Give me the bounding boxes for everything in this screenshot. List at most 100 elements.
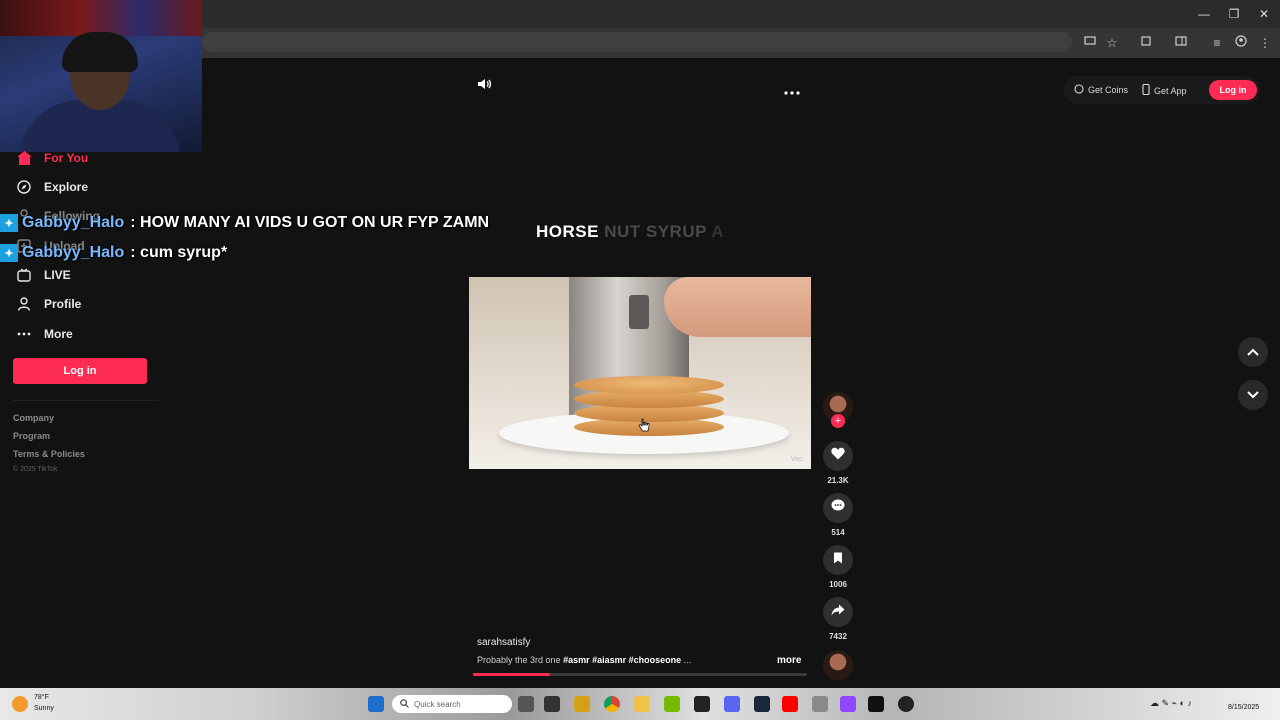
profile-icon[interactable] [1233, 35, 1249, 51]
sidebar-item-label: More [44, 327, 73, 341]
copyright-text: © 2025 TikTok [13, 466, 58, 473]
close-window-button[interactable]: ✕ [1256, 6, 1272, 22]
discord-icon[interactable] [724, 696, 740, 712]
phone-icon [1142, 83, 1150, 97]
follow-plus-icon[interactable]: + [831, 414, 845, 428]
chevron-down-icon [1247, 386, 1259, 404]
app-icon[interactable] [544, 696, 560, 712]
epic-games-icon[interactable] [694, 696, 710, 712]
chevron-up-icon [1247, 343, 1259, 361]
media-icon[interactable]: ≡ [1209, 35, 1225, 51]
video-spout [629, 295, 649, 329]
taskbar-search[interactable]: Quick search [392, 695, 512, 713]
sidebar-divider [13, 400, 159, 401]
weather-condition: Sunny [34, 705, 54, 712]
footer-link-program[interactable]: Program [13, 431, 50, 441]
share-count: 7432 [829, 632, 847, 641]
sidebar-item-for-you[interactable]: For You [16, 148, 88, 168]
address-bar[interactable] [202, 32, 1072, 52]
search-icon [400, 698, 409, 710]
rockstar-icon[interactable] [574, 696, 590, 712]
get-coins-button[interactable]: Get Coins [1074, 84, 1128, 96]
restore-button[interactable]: ❐ [1226, 6, 1242, 22]
header-login-button[interactable]: Log in [1209, 80, 1257, 100]
music-disc-avatar[interactable] [823, 650, 853, 680]
bookmark-icon [833, 551, 843, 569]
sidebar-item-label: Profile [44, 297, 82, 311]
star-icon[interactable]: ☆ [1104, 35, 1120, 51]
app-icon[interactable] [868, 696, 884, 712]
chat-text: : HOW MANY AI VIDS U GOT ON UR FYP ZAMN [130, 214, 490, 231]
more-button[interactable]: more [777, 655, 801, 666]
sidepanel-icon[interactable] [1173, 35, 1189, 51]
menu-icon[interactable]: ⋮ [1257, 35, 1273, 51]
video-watermark: Veo [790, 456, 803, 463]
cast-icon[interactable] [1082, 35, 1098, 51]
save-count: 1006 [829, 580, 847, 589]
nvidia-icon[interactable] [664, 696, 680, 712]
obs-icon[interactable] [898, 696, 914, 712]
dots-icon [16, 326, 32, 342]
weather-temperature: 78°F [34, 694, 49, 701]
save-button[interactable] [823, 545, 853, 575]
video-author[interactable]: sarahsatisfy [477, 637, 530, 648]
like-button[interactable] [823, 441, 853, 471]
chat-badge-icon: ✦ [0, 244, 18, 262]
sidebar-item-label: For You [44, 151, 89, 165]
heart-icon [831, 447, 845, 465]
description-tags[interactable]: #asmr #aiasmr #chooseone [563, 655, 681, 665]
video-player[interactable]: Veo [469, 277, 811, 469]
video-description: Probably the 3rd one #asmr #aiasmr #choo… [477, 655, 691, 665]
description-ellipsis: ... [683, 655, 692, 665]
get-app-button[interactable]: Get App [1142, 83, 1187, 97]
webcam-person-hair [62, 32, 138, 72]
sidebar-item-live[interactable]: LIVE [16, 265, 71, 285]
chat-username: Gabbyy_Halo [22, 244, 125, 261]
previous-video-button[interactable] [1238, 337, 1268, 367]
chrome-icon[interactable] [604, 696, 620, 712]
sidebar-item-label: LIVE [44, 268, 71, 282]
like-count: 21.3K [827, 476, 849, 485]
windows-start-icon[interactable] [368, 696, 384, 712]
volume-icon[interactable] [476, 76, 494, 94]
get-app-label: Get App [1154, 85, 1187, 96]
weather-icon[interactable] [12, 696, 28, 712]
app-icon[interactable] [812, 696, 828, 712]
steam-icon[interactable] [754, 696, 770, 712]
video-progress-bar[interactable] [473, 673, 807, 676]
share-icon [831, 603, 845, 621]
video-pancake [574, 376, 724, 394]
footer-link-company[interactable]: Company [13, 413, 54, 423]
task-view-icon[interactable] [518, 696, 534, 712]
next-video-button[interactable] [1238, 380, 1268, 410]
compass-icon [16, 179, 32, 195]
sidebar-item-explore[interactable]: Explore [16, 177, 88, 197]
coin-icon [1074, 84, 1084, 96]
hand-cursor-icon [638, 418, 650, 432]
live-icon [16, 267, 32, 283]
webcam-background-banner [0, 0, 202, 36]
video-hand [664, 277, 811, 337]
video-progress-fill [473, 673, 550, 676]
sidebar-item-profile[interactable]: Profile [16, 294, 81, 314]
sidebar-login-button[interactable]: Log in [13, 358, 147, 384]
description-text: Probably the 3rd one [477, 655, 561, 665]
sidebar-item-more[interactable]: More [16, 324, 73, 344]
chat-text: : cum syrup* [130, 244, 228, 261]
more-options-icon[interactable] [784, 82, 800, 95]
youtube-icon[interactable] [782, 696, 798, 712]
file-explorer-icon[interactable] [634, 696, 650, 712]
comment-button[interactable] [823, 493, 853, 523]
webcam-overlay [0, 0, 202, 152]
chat-badge-icon: ✦ [0, 214, 18, 232]
minimize-button[interactable]: — [1196, 6, 1212, 22]
extensions-icon[interactable] [1138, 35, 1154, 51]
caption-bright: HORSE [536, 222, 599, 241]
share-button[interactable] [823, 597, 853, 627]
footer-link-terms[interactable]: Terms & Policies [13, 449, 85, 459]
system-tray-icons[interactable]: ☁ ✎ ⌁ ◐ ♪ [1150, 698, 1192, 709]
get-coins-label: Get Coins [1088, 85, 1129, 95]
person-icon [16, 296, 32, 312]
twitch-icon[interactable] [840, 696, 856, 712]
chat-message: ✦ Gabbyy_Halo : HOW MANY AI VIDS U GOT O… [0, 211, 489, 235]
